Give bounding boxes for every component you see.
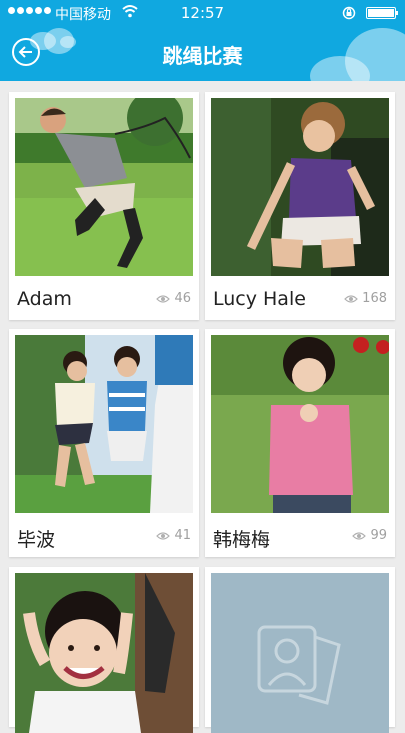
placeholder-image	[211, 573, 389, 733]
contestant-photo	[211, 98, 389, 276]
eye-icon	[156, 531, 171, 540]
portrait-placeholder-icon	[257, 625, 341, 705]
view-count: 41	[156, 528, 191, 543]
contestant-name: 韩梅梅	[213, 529, 271, 551]
contestant-card[interactable]: 韩梅梅 99	[205, 329, 395, 557]
contestant-name: 毕波	[17, 529, 56, 551]
contestant-name: Adam	[17, 288, 72, 310]
contestant-photo	[15, 335, 193, 513]
view-count: 46	[156, 291, 191, 306]
nav-bar: 跳绳比赛	[0, 26, 405, 81]
eye-icon	[352, 531, 367, 540]
view-count: 99	[352, 528, 387, 543]
eye-icon	[344, 294, 359, 303]
contestant-photo	[15, 573, 193, 733]
contestant-card[interactable]	[9, 567, 199, 733]
eye-icon	[156, 294, 171, 303]
rotation-lock-icon	[342, 6, 356, 20]
contestant-photo	[15, 98, 193, 276]
contestant-card[interactable]: Lucy Hale 168	[205, 92, 395, 320]
contestant-photo	[211, 335, 389, 513]
contestant-name: Lucy Hale	[213, 288, 306, 310]
status-bar: 中国移动 12:57	[0, 0, 405, 26]
view-count: 168	[344, 291, 387, 306]
contestant-card-placeholder[interactable]	[205, 567, 395, 733]
contestant-card[interactable]: Adam 46	[9, 92, 199, 320]
page-title: 跳绳比赛	[162, 44, 243, 68]
battery-icon	[366, 7, 396, 19]
contestant-card[interactable]: 毕波 41	[9, 329, 199, 557]
